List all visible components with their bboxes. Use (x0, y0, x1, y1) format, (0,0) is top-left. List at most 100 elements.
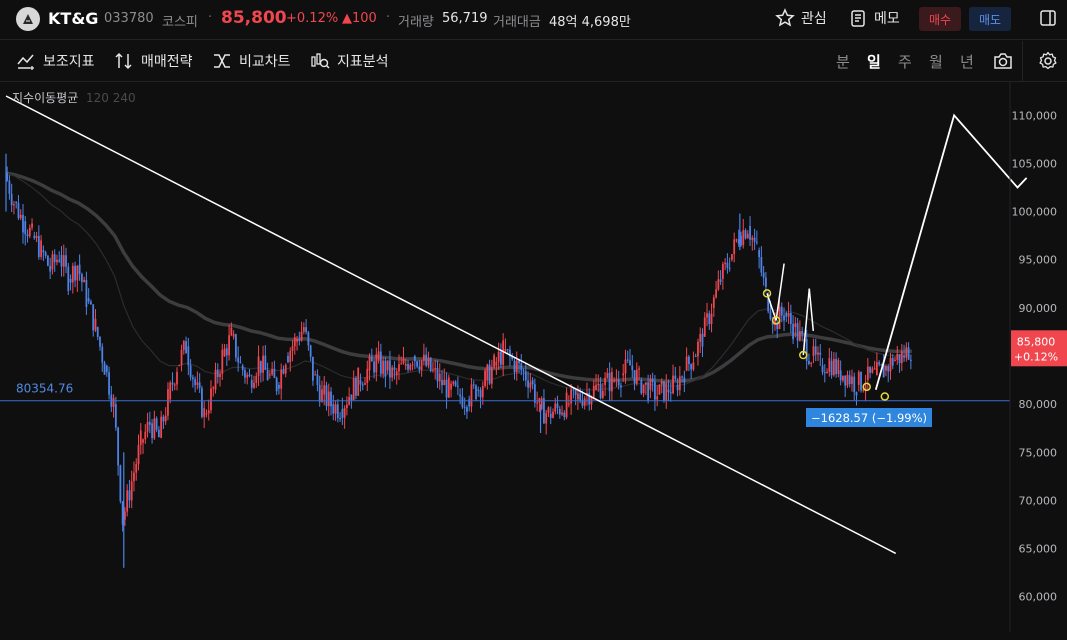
candle-body (284, 364, 287, 374)
separator-dot: · (386, 10, 391, 25)
favorite-label: 관심 (801, 11, 827, 27)
candle-body (62, 255, 65, 267)
candle-body (253, 382, 255, 388)
period-year[interactable]: 년 (960, 51, 974, 72)
candle-body (706, 313, 708, 318)
candle-body (760, 257, 763, 273)
candle-body (715, 289, 717, 298)
candle-body (522, 370, 525, 372)
candle-body (909, 359, 912, 361)
y-tick-label: 100,000 (1012, 206, 1058, 219)
period-week[interactable]: 주 (898, 51, 912, 72)
candle-body (780, 306, 783, 316)
candle-body (198, 382, 201, 389)
candle-body (500, 351, 502, 365)
candle-body (257, 356, 260, 376)
candle-body (221, 349, 224, 374)
candle-body (866, 366, 869, 381)
candle-body (65, 255, 67, 267)
candle-body (570, 389, 573, 404)
candle-body (314, 374, 317, 376)
candle-body (891, 358, 894, 366)
candle-body (237, 357, 240, 363)
compare-button[interactable]: 비교차트 (212, 51, 291, 71)
candle-body (798, 331, 801, 341)
candle-body (309, 345, 312, 357)
sell-button[interactable]: 매도 (969, 7, 1011, 31)
candle-body (577, 393, 579, 400)
candle-body (99, 336, 101, 347)
favorite-button[interactable]: 관심 (775, 8, 827, 28)
candle-body (658, 384, 661, 395)
candle-body (13, 204, 15, 206)
candle-body (821, 365, 824, 373)
candle-body (445, 379, 448, 398)
candle-body (71, 265, 74, 283)
candle-body (411, 364, 414, 366)
buy-button[interactable]: 매수 (919, 7, 961, 31)
candle-body (728, 267, 731, 269)
candle-body (144, 431, 147, 440)
candle-body (443, 379, 446, 386)
candle-body (398, 364, 400, 372)
candle-body (201, 388, 203, 417)
candle-body (731, 254, 733, 260)
strategy-button[interactable]: 매매전략 (114, 51, 193, 71)
candle-body (558, 408, 561, 415)
candle-body (389, 360, 391, 378)
candle-body (373, 361, 375, 373)
panel-toggle-button[interactable] (1038, 8, 1058, 32)
candle-body (835, 358, 838, 375)
settings-button[interactable] (1038, 51, 1058, 75)
candle-body (742, 230, 745, 246)
drawings-layer[interactable]: −1628.57 (−1.99%) (5, 95, 1028, 555)
candle-body (667, 389, 670, 393)
candle-body (674, 375, 677, 379)
candle-body (692, 362, 695, 370)
candle-body (300, 331, 303, 341)
candle-body (275, 377, 278, 392)
analysis-button[interactable]: 지표분석 (310, 51, 389, 71)
candle-body (128, 490, 131, 501)
candle-body (595, 384, 597, 390)
period-month[interactable]: 월 (929, 51, 943, 72)
candle-body (296, 338, 298, 342)
candle-body (710, 313, 713, 325)
current-price: 85,800 (221, 8, 287, 28)
candle-body (663, 381, 665, 401)
candle-body (812, 346, 815, 356)
candle-body (606, 372, 609, 378)
candle-body (191, 377, 194, 380)
period-day[interactable]: 일 (867, 51, 881, 72)
candle-body (119, 465, 122, 502)
candle-body (47, 255, 49, 266)
candle-body (785, 312, 788, 317)
candle-body (239, 362, 242, 364)
candle-body (520, 363, 523, 371)
candle-body (839, 370, 842, 381)
candle-body (900, 351, 903, 364)
candle-body (114, 404, 117, 428)
candle-body (837, 360, 840, 375)
candle-body (647, 382, 650, 402)
period-minute[interactable]: 분 (836, 51, 850, 72)
price-chart[interactable]: 80354.76 −1628.57 (−1.99%) 110,000 105,00… (0, 82, 1067, 632)
camera-icon (994, 53, 1012, 69)
memo-button[interactable]: 메모 (848, 8, 900, 28)
candle-body (536, 402, 539, 404)
indicator-button[interactable]: 보조지표 (16, 51, 95, 71)
candle-body (24, 221, 27, 235)
candle-body (271, 368, 274, 375)
candle-body (280, 369, 283, 389)
candle-body (352, 378, 355, 401)
candle-body (214, 369, 217, 390)
candle-body (905, 347, 908, 358)
candle-body (146, 421, 149, 432)
candle-body (312, 356, 314, 381)
candle-body (31, 223, 33, 228)
candle-body (656, 396, 659, 400)
screenshot-button[interactable] (992, 51, 1014, 75)
candle-body (282, 369, 285, 374)
candle-body (15, 201, 18, 203)
candle-body (187, 346, 190, 366)
